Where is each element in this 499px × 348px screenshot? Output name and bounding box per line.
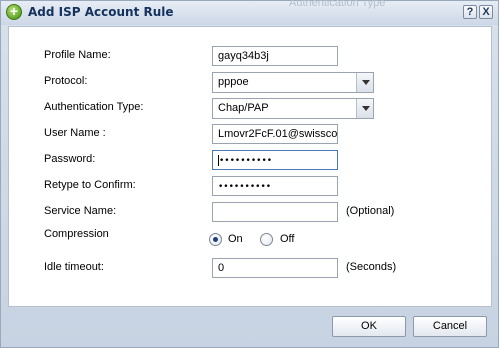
auth-type-selected-value: Chap/PAP [218, 102, 269, 114]
password-label: Password: [44, 153, 96, 165]
password-value: •••••••••• [219, 156, 273, 166]
retype-password-input[interactable]: •••••••••• [212, 176, 338, 196]
cancel-button[interactable]: Cancel [413, 316, 487, 337]
retype-password-label: Retype to Confirm: [44, 179, 136, 191]
close-icon[interactable]: X [479, 5, 493, 19]
compression-label: Compression [44, 228, 109, 240]
add-isp-account-dialog: + Add ISP Account Rule Authentication Ty… [0, 0, 499, 348]
background-window-title: Authentication Type [289, 0, 386, 9]
retype-password-value: •••••••••• [218, 182, 272, 192]
profile-name-input[interactable]: gayq34b3j [212, 46, 338, 66]
compression-off-label[interactable]: Off [280, 233, 294, 245]
auth-type-select[interactable]: Chap/PAP [212, 98, 374, 119]
idle-timeout-input[interactable]: 0 [212, 258, 338, 278]
idle-timeout-hint: (Seconds) [346, 261, 397, 273]
user-name-label: User Name : [44, 127, 106, 139]
auth-type-label: Authentication Type: [44, 101, 144, 113]
dialog-title: Add ISP Account Rule [28, 5, 174, 19]
service-name-hint: (Optional) [346, 205, 395, 217]
idle-timeout-label: Idle timeout: [44, 261, 104, 273]
service-name-input[interactable] [212, 202, 338, 222]
protocol-label: Protocol: [44, 75, 88, 87]
add-icon: + [6, 4, 22, 20]
chevron-down-icon[interactable] [356, 73, 373, 92]
compression-on-radio[interactable] [209, 233, 222, 246]
protocol-select[interactable]: pppoe [212, 72, 374, 93]
password-input[interactable]: •••••••••• [212, 150, 338, 170]
dialog-title-bar[interactable]: + Add ISP Account Rule Authentication Ty… [1, 0, 498, 25]
compression-on-label[interactable]: On [228, 233, 243, 245]
protocol-selected-value: pppoe [218, 76, 249, 88]
compression-off-radio[interactable] [260, 233, 273, 246]
help-icon[interactable]: ? [463, 5, 477, 19]
profile-name-label: Profile Name: [44, 49, 111, 61]
ok-button[interactable]: OK [332, 316, 406, 337]
form-panel: Profile Name: gayq34b3j Protocol: pppoe … [8, 26, 492, 307]
service-name-label: Service Name: [44, 205, 117, 217]
chevron-down-icon[interactable] [356, 99, 373, 118]
user-name-input[interactable]: Lmovr2FcF.01@swisscor [212, 124, 338, 144]
